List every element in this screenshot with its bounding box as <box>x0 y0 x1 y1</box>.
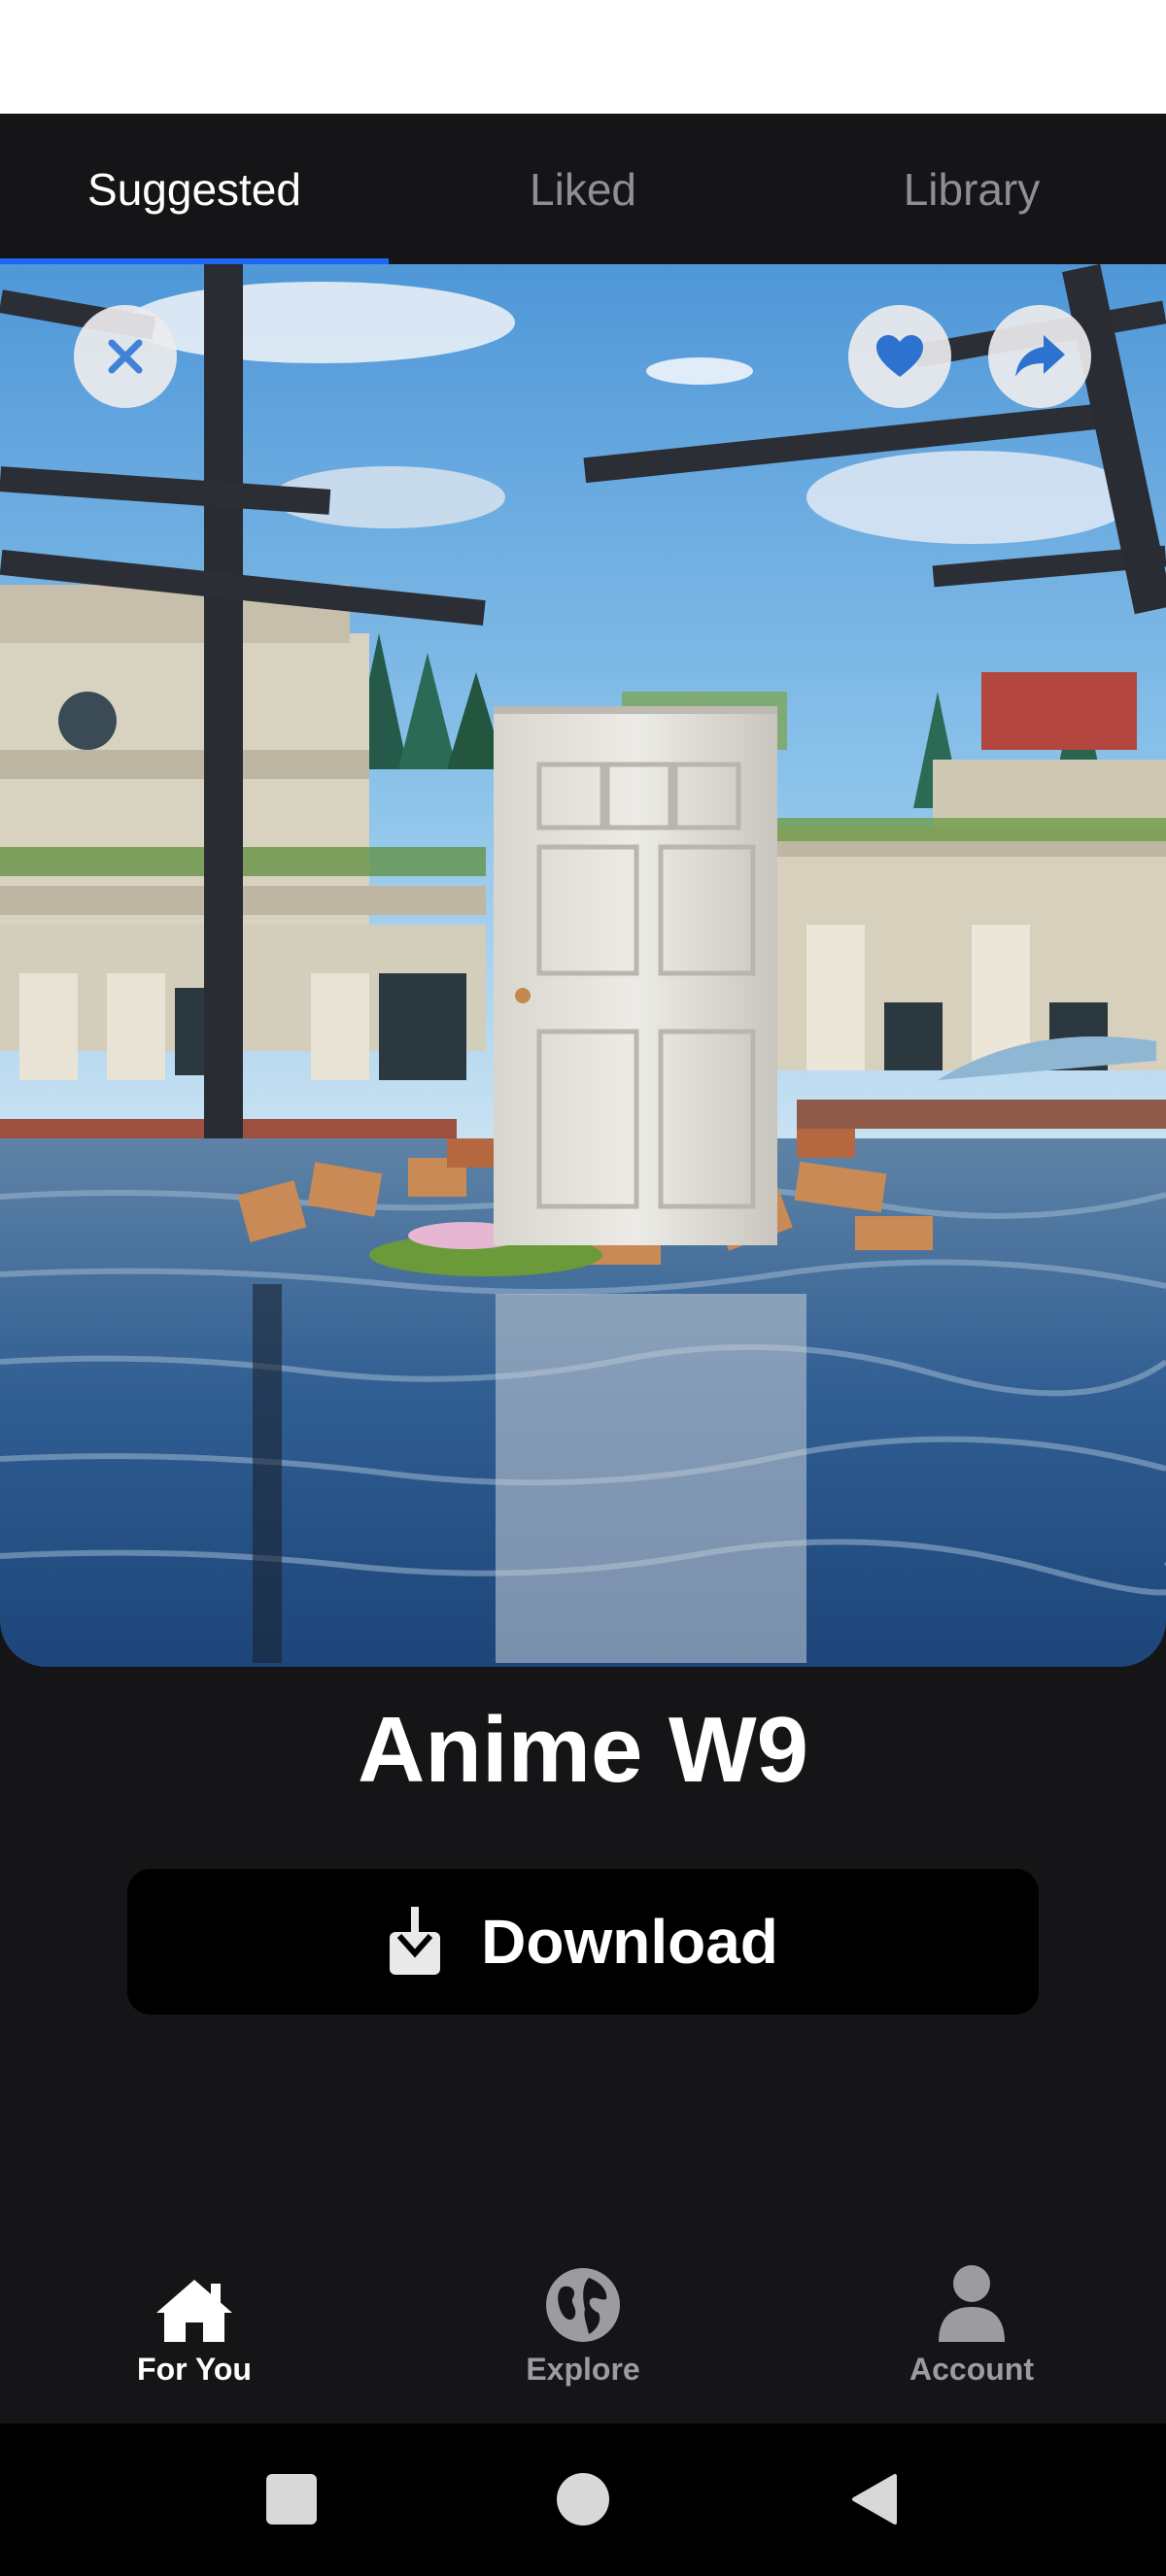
user-icon <box>939 2265 1005 2342</box>
nav-for-you[interactable]: For You <box>0 2260 389 2423</box>
download-label: Download <box>481 1907 778 1977</box>
tab-library[interactable]: Library <box>777 114 1166 264</box>
bottom-nav: For You Explore Account <box>0 2260 1166 2423</box>
nav-label-explore: Explore <box>526 2352 640 2387</box>
square-icon[interactable] <box>266 2474 317 2525</box>
wallpaper-preview[interactable] <box>0 264 1166 1667</box>
triangle-back-icon[interactable] <box>848 2472 899 2526</box>
like-button[interactable] <box>848 305 951 408</box>
wallpaper-title: Anime W9 <box>357 1698 809 1802</box>
download-button[interactable]: Download <box>127 1869 1039 2015</box>
nav-account[interactable]: Account <box>777 2260 1166 2423</box>
top-tab-bar: Suggested Liked Library <box>0 114 1166 264</box>
nav-explore[interactable]: Explore <box>389 2260 777 2423</box>
tab-liked[interactable]: Liked <box>389 114 777 264</box>
share-arrow-icon <box>1015 335 1065 377</box>
download-icon <box>390 1907 441 1975</box>
home-icon <box>156 2280 232 2342</box>
tab-suggested[interactable]: Suggested <box>0 114 389 264</box>
nav-label-for-you: For You <box>137 2352 252 2387</box>
share-button[interactable] <box>988 305 1091 408</box>
system-navigation-bar <box>0 2423 1166 2576</box>
globe-icon <box>546 2268 620 2342</box>
wallpaper-image <box>0 264 1166 1667</box>
close-icon <box>108 339 143 374</box>
heart-icon <box>876 335 923 377</box>
circle-icon[interactable] <box>557 2473 609 2525</box>
app-screen: Suggested Liked Library Anime W9 Downloa… <box>0 114 1166 2423</box>
nav-label-account: Account <box>909 2352 1034 2387</box>
close-button[interactable] <box>74 305 177 408</box>
status-bar <box>0 0 1166 114</box>
